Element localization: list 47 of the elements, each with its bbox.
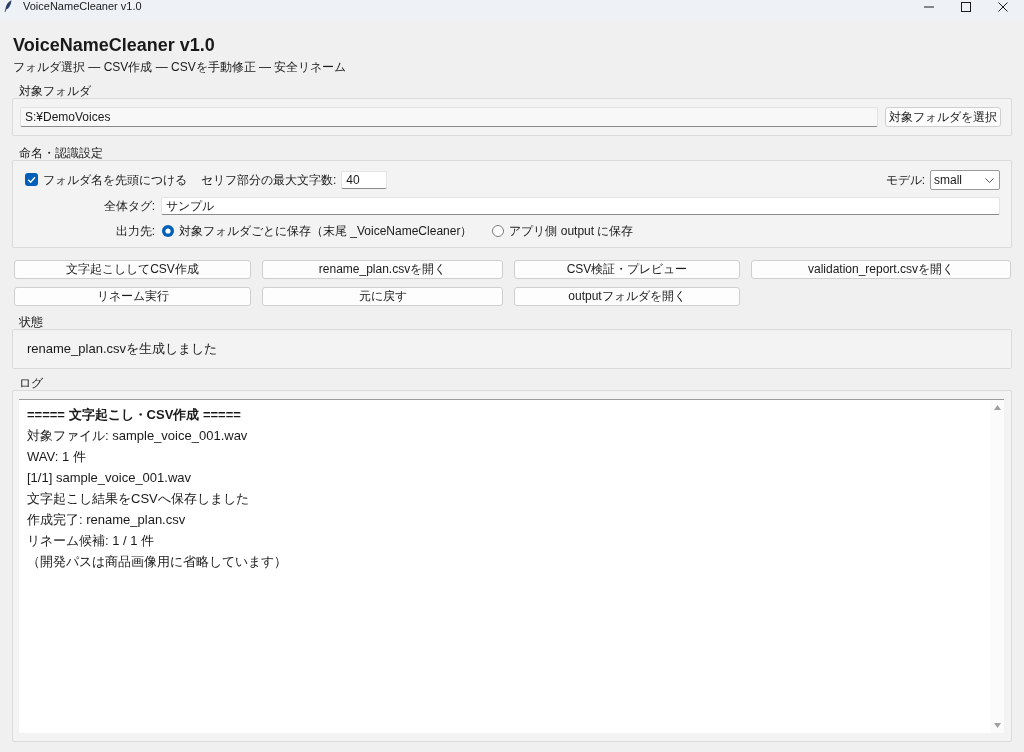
status-message: rename_plan.csvを生成しました	[27, 341, 217, 357]
log-line: 対象ファイル: sample_voice_001.wav	[27, 427, 248, 445]
chevron-down-icon	[985, 177, 994, 183]
action-button[interactable]: リネーム実行	[14, 287, 251, 306]
select-value: small	[934, 172, 962, 188]
folder-path-field[interactable]: S:¥DemoVoices	[20, 107, 878, 127]
action-button[interactable]: 元に戻す	[262, 287, 503, 306]
action-button[interactable]: rename_plan.csvを開く	[262, 260, 503, 279]
group-label: 対象フォルダ	[19, 84, 91, 98]
workflow-subtitle: フォルダ選択 — CSV作成 — CSVを手動修正 — 安全リネーム	[13, 60, 347, 74]
log-line: [1/1] sample_voice_001.wav	[27, 469, 192, 487]
radio-button[interactable]	[162, 225, 174, 237]
checkbox-label: フォルダ名を先頭につける	[43, 172, 187, 188]
feather-icon	[4, 0, 12, 12]
log-line: リネーム候補: 1 / 1 件	[27, 532, 155, 550]
select-folder-button[interactable]: 対象フォルダを選択	[885, 107, 1001, 127]
field-label: 出力先:	[114, 223, 155, 239]
tag-field[interactable]: サンプル	[161, 197, 1000, 215]
radio-label: アプリ側 output に保存	[509, 223, 634, 239]
radio-button[interactable]	[492, 225, 505, 237]
max-chars-field[interactable]: 40	[341, 171, 388, 189]
log-line: ===== 文字起こし・CSV作成 =====	[27, 406, 241, 424]
group-label: 状態	[19, 315, 43, 329]
action-button[interactable]: validation_report.csvを開く	[751, 260, 1011, 279]
down-arrow-icon[interactable]	[993, 723, 1001, 728]
checkbox[interactable]	[25, 173, 38, 187]
action-button[interactable]: 文字起こししてCSV作成	[14, 260, 251, 279]
log-line: WAV: 1 件	[27, 448, 86, 466]
log-line: 作成完了: rename_plan.csv	[27, 511, 186, 529]
log-text-area[interactable]: ===== 文字起こし・CSV作成 ===== 対象ファイル: sample_voice_001.wav WAV: 1 件 [1/1] sample_voice_001.wav 文字起こし結果をCSVへ保存しました 作成完了: rename_plan.csv リネーム候補: 1 / 1 件 （開発パスは商品画像用に省略しています）	[19, 399, 1004, 733]
app-title: VoiceNameCleaner v1.0	[13, 34, 215, 57]
action-button[interactable]: outputフォルダを開く	[514, 287, 740, 306]
field-label: 全体タグ:	[102, 198, 155, 214]
window-title: VoiceNameCleaner v1.0	[23, 0, 142, 13]
log-line: （開発パスは商品画像用に省略しています）	[27, 553, 287, 571]
up-arrow-icon[interactable]	[993, 405, 1001, 410]
field-label: セリフ部分の最大文字数:	[201, 172, 337, 188]
radio-label: 対象フォルダごとに保存（末尾 _VoiceNameCleaner）	[179, 223, 473, 239]
close-icon	[997, 1, 1008, 12]
log-line: 文字起こし結果をCSVへ保存しました	[27, 490, 249, 508]
group-label: 命名・認識設定	[19, 146, 103, 160]
action-button[interactable]: CSV検証・プレビュー	[514, 260, 740, 279]
group-label: ログ	[19, 376, 43, 390]
model-select[interactable]: small	[930, 170, 1000, 190]
scrollbar[interactable]	[990, 400, 1004, 733]
maximize-icon	[960, 1, 971, 12]
field-label: モデル:	[885, 172, 925, 188]
